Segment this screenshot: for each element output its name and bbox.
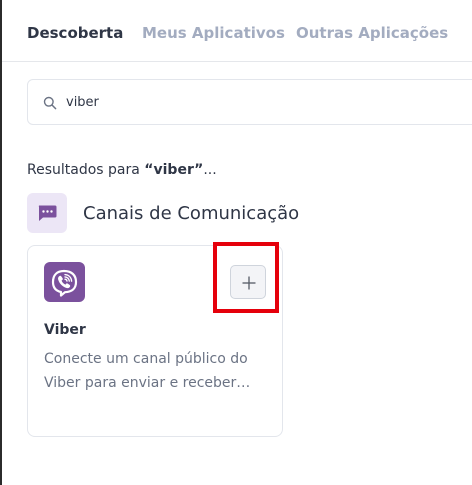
results-suffix: ... <box>203 162 217 178</box>
results-query: “viber” <box>144 162 204 178</box>
tab-descoberta[interactable]: Descoberta <box>27 24 123 42</box>
category-icon <box>27 193 67 233</box>
search-box <box>27 79 472 125</box>
tab-meus-aplicativos[interactable]: Meus Aplicativos <box>142 24 285 42</box>
tab-outras-aplicacoes[interactable]: Outras Aplicações <box>296 24 448 42</box>
chat-bubble-icon <box>38 205 57 221</box>
search-input[interactable] <box>66 90 446 114</box>
results-prefix: Resultados para <box>27 162 145 178</box>
viber-logo <box>44 262 85 302</box>
category-title: Canais de Comunicação <box>83 203 300 224</box>
search-icon <box>43 95 58 110</box>
card-description: Conecte um canal público do Viber para e… <box>44 347 269 395</box>
app-frame: Descoberta Meus Aplicativos Outras Aplic… <box>0 0 472 485</box>
card-description-line1: Conecte um canal público do <box>44 351 248 367</box>
viber-phone-icon <box>51 269 78 297</box>
results-heading: Resultados para “viber”... <box>27 162 217 178</box>
highlight-box <box>213 242 279 313</box>
card-description-line2: Viber para enviar e receber… <box>44 375 251 391</box>
tab-bar: Descoberta Meus Aplicativos Outras Aplic… <box>2 0 472 62</box>
card-title: Viber <box>44 322 86 338</box>
